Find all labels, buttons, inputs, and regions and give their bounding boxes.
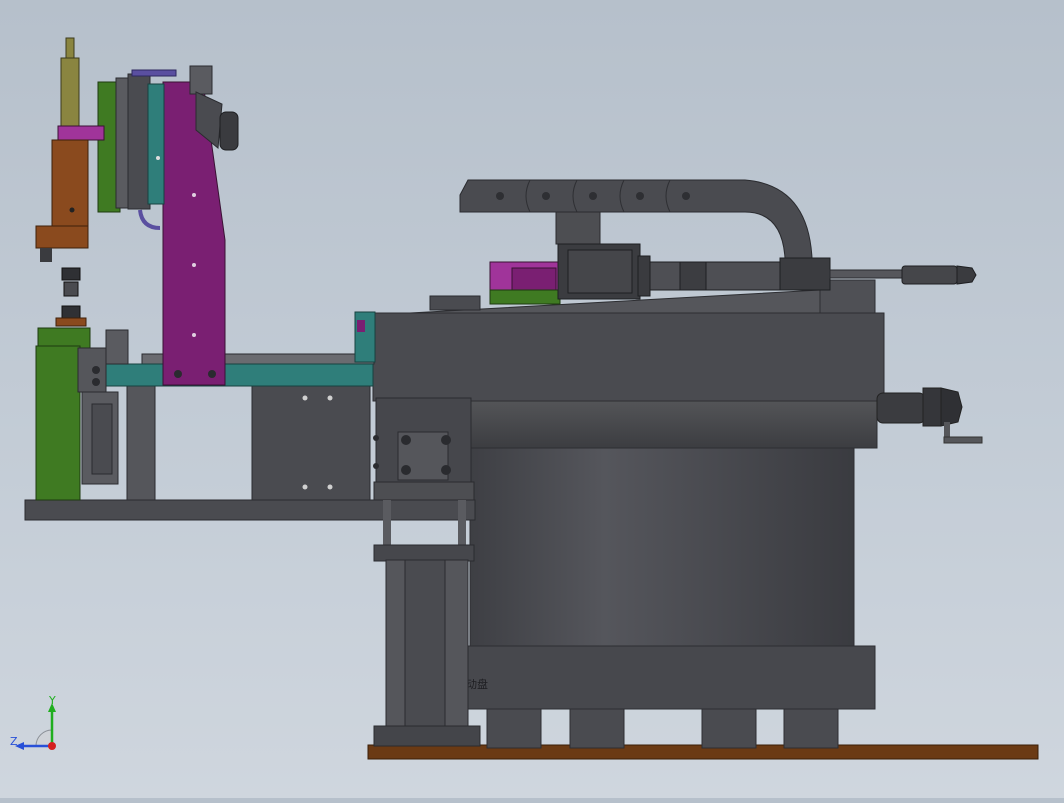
cad-viewport[interactable]: 振动盘 [0,0,1064,798]
axis-triad: Y Z [8,694,68,758]
x-axis-dot-icon [48,742,56,750]
z-axis-label: Z [10,735,18,748]
guide-rail[interactable] [104,311,376,387]
bowl-side-fitting[interactable] [876,387,983,444]
machine-assembly-drawing[interactable]: 振动盘 [0,0,1064,798]
axis-triad-graphic [15,703,56,750]
left-cylinder[interactable] [35,37,105,262]
left-feeder-block[interactable] [35,327,129,501]
lift-cylinder-column[interactable] [373,397,481,747]
y-axis-label: Y [49,694,56,707]
gripper-fingers[interactable] [55,267,87,327]
